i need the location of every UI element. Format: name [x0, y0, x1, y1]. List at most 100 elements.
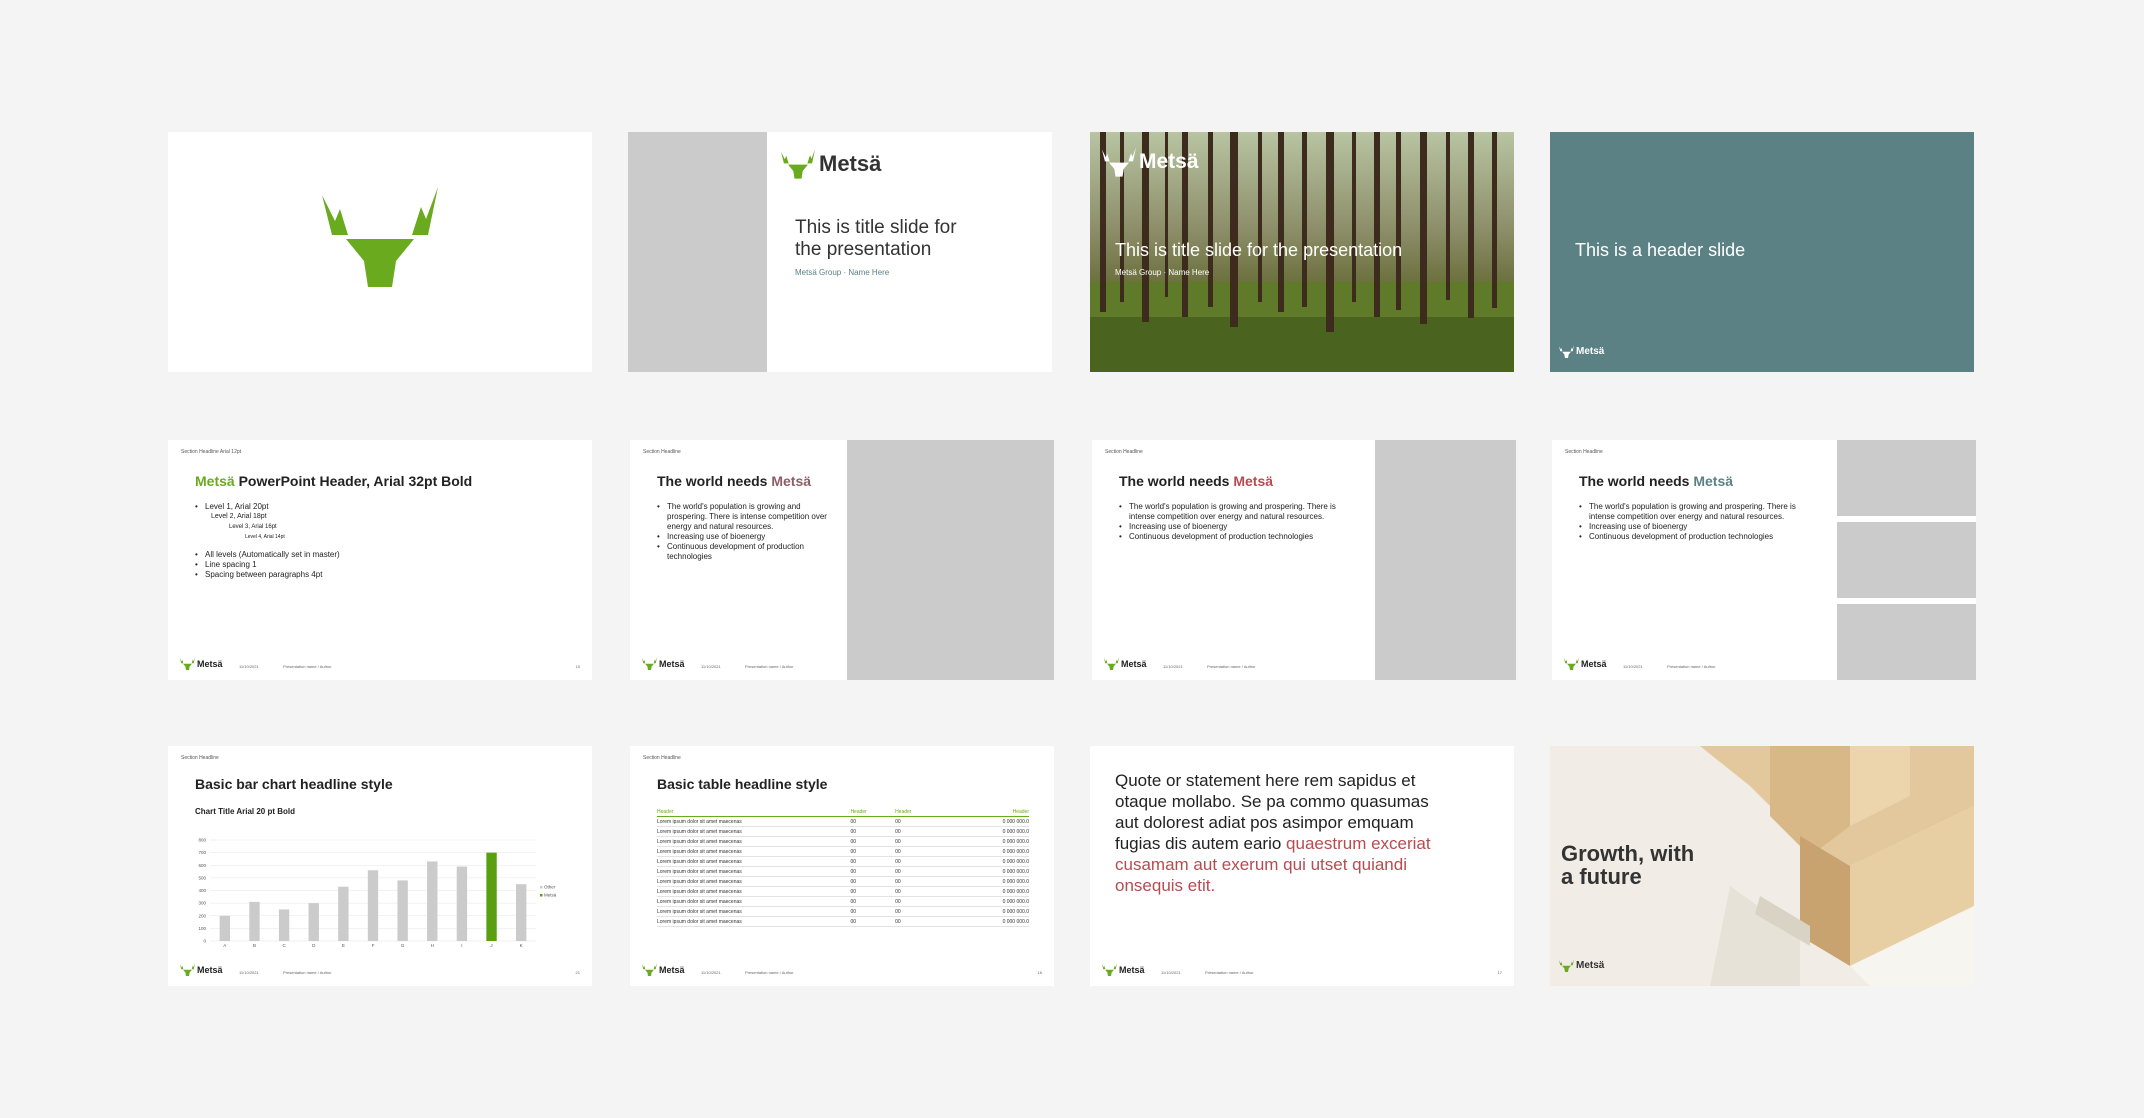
slide-footer: Metsä 11/10/2021 Presentation name / Aut… — [180, 963, 580, 977]
table-row: Lorem ipsum dolor sit amet maecenas 00 00 0… — [657, 896, 1029, 907]
image-placeholder — [847, 440, 1054, 680]
slide-title: The world needs Metsä — [1579, 473, 1733, 489]
bullet-item: The world's population is growing and pr… — [657, 502, 827, 532]
table-cell: 0 000 000.0 — [939, 876, 1029, 887]
table-header: Header — [939, 808, 1029, 817]
x-tick-label: K — [520, 943, 523, 948]
bullet-item: All levels (Automatically set in master) — [195, 550, 340, 560]
table-row: Lorem ipsum dolor sit amet maecenas 00 00 0… — [657, 876, 1029, 887]
table-cell: 00 — [895, 886, 940, 897]
table-cell: 00 — [850, 906, 896, 917]
table-cell: 00 — [895, 916, 940, 927]
slide-11-quote[interactable]: Quote or statement here rem sapidus et o… — [1090, 746, 1514, 986]
table-cell: 00 — [850, 826, 896, 837]
title-line-1: Growth, with — [1561, 841, 1695, 866]
bar — [308, 903, 319, 941]
table-row: Lorem ipsum dolor sit amet maecenas 00 00 0… — [657, 866, 1029, 877]
table-cell: 00 — [850, 816, 896, 827]
table-cell: 00 — [850, 846, 896, 857]
table-header: Header — [850, 808, 896, 817]
brand-logo: Metsä — [781, 148, 881, 180]
slide-footer: Metsä 11/10/2021 Presentation name / Aut… — [1102, 963, 1502, 977]
table-cell: 0 000 000.0 — [939, 856, 1029, 867]
table-header-row: Header Header Header Header — [657, 808, 1029, 817]
footer-presentation: Presentation name / Author — [745, 970, 794, 975]
footer-date: 11/10/2021 — [239, 664, 259, 669]
table-cell: 0 000 000.0 — [939, 836, 1029, 847]
table-cell: 0 000 000.0 — [939, 906, 1029, 917]
bar — [456, 866, 468, 941]
bar-chart: 0 100 200 300 400 500 600 700 800 A B C D E F G H I J K Othe… — [198, 838, 557, 949]
footer-logo: Metsä — [1104, 657, 1147, 670]
x-tick-label: F — [372, 943, 375, 948]
footer-presentation: Presentation name / Author — [1667, 664, 1716, 669]
section-headline: Section Headline — [1105, 449, 1143, 455]
table-row: Lorem ipsum dolor sit amet maecenas 00 00 0… — [657, 846, 1029, 857]
slide-9-bar-chart[interactable]: Section Headline Basic bar chart headlin… — [168, 746, 592, 986]
bullet-item: The world's population is growing and pr… — [1119, 502, 1344, 522]
table-cell: 00 — [850, 836, 896, 847]
section-headline: Section Headline — [1565, 449, 1603, 455]
table-cell: 00 — [895, 896, 940, 907]
footer-date: 11/10/2021 — [1161, 970, 1181, 975]
footer-logo: Metsä — [642, 657, 685, 670]
bullet-list: The world's population is growing and pr… — [1579, 502, 1804, 542]
footer-logo: Metsä — [642, 963, 685, 976]
table-cell: 0 000 000.0 — [939, 866, 1029, 877]
legend-label: Metsä — [544, 893, 557, 898]
y-tick-label: 700 — [198, 850, 206, 855]
brand-logo: Metsä — [1559, 959, 1604, 972]
moose-logo-icon — [1102, 963, 1117, 976]
footer-date: 11/10/2021 — [1623, 664, 1643, 669]
title-line-1: This is title slide for — [795, 217, 957, 238]
table-cell: 00 — [895, 826, 940, 837]
brand-name: Metsä — [819, 151, 882, 176]
moose-logo-icon — [642, 657, 657, 670]
slide-10-table[interactable]: Section Headline Basic table headline st… — [630, 746, 1054, 986]
y-tick-label: 300 — [198, 901, 206, 906]
bullet-item: Continuous development of production tec… — [1579, 532, 1804, 542]
slide-title: Basic table headline style — [657, 776, 828, 792]
moose-logo-icon — [1559, 959, 1574, 972]
slide-title: This is title slide for the presentation — [795, 217, 957, 261]
slide-8-world-needs[interactable]: Section Headline The world needs Metsä T… — [1552, 440, 1976, 680]
moose-logo-icon — [1104, 657, 1119, 670]
bullet-item: The world's population is growing and pr… — [1579, 502, 1804, 522]
page-number: 17 — [1497, 970, 1502, 975]
footer-presentation: Presentation name / Author — [1205, 970, 1254, 975]
slide-7-world-needs[interactable]: Section Headline The world needs Metsä T… — [1092, 440, 1516, 680]
footer-presentation: Presentation name / Author — [745, 664, 794, 669]
page-number: 16 — [1037, 970, 1042, 975]
footer-date: 11/10/2021 — [239, 970, 259, 975]
x-tick-label: H — [431, 943, 434, 948]
page-number: 15 — [575, 664, 580, 669]
bar — [367, 870, 379, 941]
slide-3-forest-title[interactable]: Metsä This is title slide for the presen… — [1090, 132, 1514, 372]
table-row: Lorem ipsum dolor sit amet maecenas 00 00 0… — [657, 916, 1029, 927]
bar — [486, 852, 497, 941]
table-cell: 00 — [850, 876, 896, 887]
slide-12-growth[interactable]: Growth, with a future Metsä — [1550, 746, 1974, 986]
brand-name: Metsä — [197, 658, 223, 669]
title-line-2: the presentation — [795, 239, 932, 260]
table-cell: Lorem ipsum dolor sit amet maecenas — [657, 826, 851, 837]
slide-footer: Metsä 11/10/2021 Presentation name / Aut… — [180, 657, 580, 671]
bullet-item: Increasing use of bioenergy — [657, 532, 827, 542]
y-tick-label: 500 — [198, 875, 206, 880]
y-tick-label: 400 — [198, 888, 206, 893]
bullet-list: The world's population is growing and pr… — [657, 502, 827, 562]
title-line-2: a future — [1561, 864, 1642, 889]
slide-1-logo[interactable] — [168, 132, 592, 372]
table-cell: Lorem ipsum dolor sit amet maecenas — [657, 906, 851, 917]
table-header: Header — [657, 808, 851, 817]
table-cell: 00 — [850, 886, 896, 897]
table-cell: Lorem ipsum dolor sit amet maecenas — [657, 896, 851, 907]
slide-4-header[interactable]: This is a header slide Metsä — [1550, 132, 1974, 372]
slide-5-text-styles[interactable]: Section Headline Arial 12pt Metsä PowerP… — [168, 440, 592, 680]
table-cell: Lorem ipsum dolor sit amet maecenas — [657, 856, 851, 867]
footer-presentation: Presentation name / Author — [1207, 664, 1256, 669]
table-cell: 00 — [895, 866, 940, 877]
slide-2-title[interactable]: Metsä This is title slide for the presen… — [628, 132, 1052, 372]
slide-6-world-needs[interactable]: Section Headline The world needs Metsä T… — [630, 440, 1054, 680]
table-cell: 0 000 000.0 — [939, 826, 1029, 837]
